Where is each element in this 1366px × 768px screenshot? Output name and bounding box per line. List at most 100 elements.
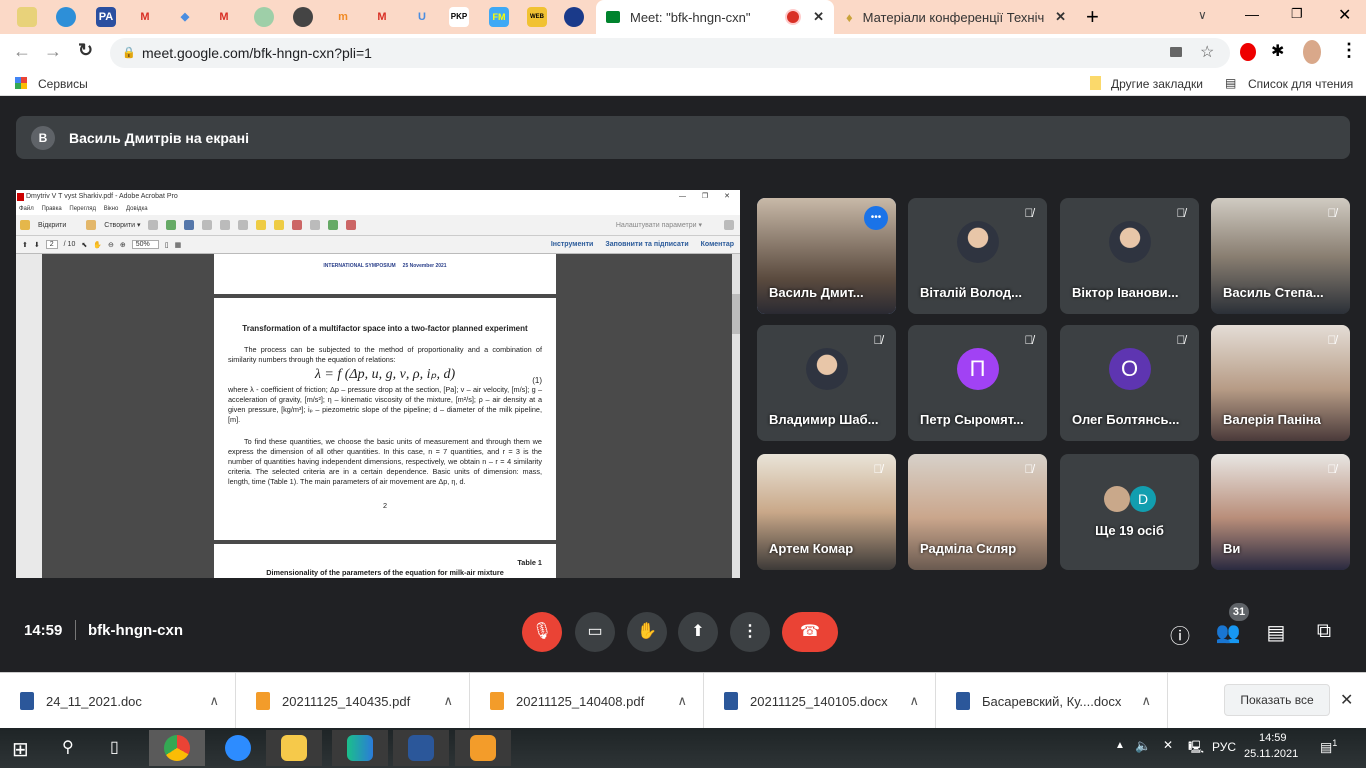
document-scrollbar[interactable] — [732, 254, 740, 578]
export-icon[interactable] — [328, 220, 339, 230]
download-item[interactable]: 20211125_140105.docx ∧ — [704, 673, 936, 729]
chat-icon[interactable]: ▤ — [1263, 620, 1289, 645]
language-indicator[interactable]: РУС — [1212, 740, 1236, 754]
download-menu-chevron-icon[interactable]: ∧ — [1141, 693, 1151, 709]
comment-icon[interactable] — [256, 220, 267, 230]
download-menu-chevron-icon[interactable]: ∧ — [209, 693, 219, 709]
back-button[interactable]: ← — [13, 41, 31, 62]
prev-page-icon[interactable]: ⬆ — [22, 241, 28, 249]
people-icon[interactable]: 👥 — [1215, 620, 1241, 645]
participant-tile[interactable]: D Ще 19 осіб — [1060, 454, 1199, 570]
expand-icon[interactable] — [724, 220, 734, 230]
task-view-icon[interactable]: ▯ — [110, 737, 119, 757]
download-item[interactable]: 24_11_2021.doc ∧ — [0, 673, 236, 729]
fill-sign-link[interactable]: Заповнити та підписати — [605, 241, 688, 248]
gear-icon[interactable] — [238, 220, 249, 230]
participant-tile[interactable]: 🎙̸ Віталій Волод... — [908, 198, 1047, 314]
clock-time[interactable]: 14:59 — [1259, 732, 1287, 744]
forward-button[interactable]: → — [44, 41, 62, 62]
participant-tile[interactable]: О 🎙̸ Олег Болтянсь... — [1060, 325, 1199, 441]
taskbar-webex[interactable] — [332, 730, 388, 766]
network-icon[interactable]: 🖳 — [1188, 738, 1204, 759]
close-window-button[interactable]: ✕ — [1338, 5, 1351, 25]
zoom-input[interactable]: 50% — [131, 240, 159, 249]
close-tab-icon[interactable]: ✕ — [813, 9, 824, 25]
activities-icon[interactable]: ⧉ — [1311, 620, 1337, 643]
volume-icon[interactable]: 🔈 — [1135, 738, 1151, 754]
fit-width-icon[interactable]: ▦ — [175, 241, 182, 249]
minimize-button[interactable]: — — [1245, 6, 1259, 22]
menu-help[interactable]: Довідка — [126, 206, 148, 212]
open-button[interactable]: Відкрити — [38, 222, 66, 229]
next-page-icon[interactable]: ⬇ — [34, 241, 40, 249]
participant-tile[interactable]: 🎙̸ Віктор Іванови... — [1060, 198, 1199, 314]
save-icon[interactable] — [148, 220, 159, 230]
mic-off-button[interactable]: 🎙 — [522, 612, 562, 652]
pinned-tab-moodle[interactable]: m — [333, 7, 353, 27]
customize-dropdown[interactable]: Налаштувати параметри ▾ — [616, 221, 702, 229]
extensions-icon[interactable]: ✱ — [1271, 41, 1284, 61]
raise-hand-button[interactable]: ✋ — [627, 612, 667, 652]
profile-avatar[interactable] — [1303, 40, 1321, 64]
comment-link[interactable]: Коментар — [701, 241, 734, 248]
taskbar-chrome[interactable] — [149, 730, 205, 766]
taskbar-explorer[interactable] — [266, 730, 322, 766]
tools-link[interactable]: Інструменти — [551, 241, 594, 248]
other-bookmarks[interactable]: Другие закладки — [1111, 77, 1203, 91]
clock-date[interactable]: 25.11.2021 — [1244, 748, 1298, 760]
participant-tile[interactable]: ••• Василь Дмит... — [757, 198, 896, 314]
pinned-tab-web[interactable]: WEB — [527, 7, 547, 27]
doc-icon[interactable] — [310, 220, 321, 230]
participant-tile[interactable]: П 🎙̸ Петр Сыромят... — [908, 325, 1047, 441]
leave-call-button[interactable]: ☎ — [782, 612, 838, 652]
pinned-tab-u[interactable]: U — [412, 7, 432, 27]
pinned-tab-gmail-3[interactable]: M — [372, 7, 392, 27]
tab-meet[interactable]: Meet: "bfk-hngn-cxn" ✕ — [596, 0, 834, 34]
print-icon[interactable] — [184, 220, 195, 230]
zoom-out-icon[interactable]: ⊖ — [108, 241, 114, 249]
close-downloads-bar-icon[interactable]: ✕ — [1340, 690, 1353, 710]
reload-button[interactable]: ↻ — [78, 40, 93, 61]
camera-button[interactable]: ▭ — [575, 612, 615, 652]
browser-menu-icon[interactable]: ⋮ — [1340, 40, 1358, 61]
participant-tile[interactable]: 🎙̸ Артем Комар — [757, 454, 896, 570]
participant-tile[interactable]: 🎙̸ Радміла Скляр — [908, 454, 1047, 570]
menu-file[interactable]: Файл — [19, 206, 34, 212]
menu-edit[interactable]: Правка — [41, 206, 61, 212]
address-bar[interactable]: 🔒 meet.google.com/bfk-hngn-cxn?pli=1 ☆ — [110, 38, 1230, 68]
pinned-tab-eu[interactable] — [564, 7, 584, 27]
info-icon[interactable]: ⓘ — [1167, 620, 1193, 649]
upload-icon[interactable] — [166, 220, 177, 230]
zoom-in-icon[interactable]: ⊕ — [120, 241, 126, 249]
input-icon[interactable]: ✕ — [1163, 738, 1173, 752]
download-item[interactable]: 20211125_140408.pdf ∧ — [470, 673, 704, 729]
create-button[interactable]: Створити ▾ — [104, 221, 140, 229]
pinned-tab-gmail[interactable]: M — [135, 7, 155, 27]
taskbar-pdf[interactable] — [455, 730, 511, 766]
close-tab-icon[interactable]: ✕ — [1055, 9, 1066, 25]
download-item[interactable]: Басаревский, Ку....docx ∧ — [936, 673, 1168, 729]
menu-window[interactable]: Вікно — [104, 206, 119, 212]
form-icon[interactable] — [346, 220, 357, 230]
fit-page-icon[interactable]: ▯ — [165, 241, 169, 249]
pinned-tab-drop[interactable] — [56, 7, 76, 27]
download-menu-chevron-icon[interactable]: ∧ — [443, 693, 453, 709]
pinned-tab-globe[interactable] — [293, 7, 313, 27]
highlight-icon[interactable] — [274, 220, 285, 230]
mail-icon[interactable] — [220, 220, 231, 230]
pinned-tab-gmail-2[interactable]: M — [214, 7, 234, 27]
download-menu-chevron-icon[interactable]: ∧ — [677, 693, 687, 709]
search-icon[interactable]: ⚲ — [62, 737, 74, 757]
hand-tool-icon[interactable]: ✋ — [93, 241, 102, 249]
camera-icon[interactable] — [1170, 47, 1182, 57]
notifications-icon[interactable]: ▤1 — [1320, 738, 1337, 755]
taskbar-word[interactable] — [393, 730, 449, 766]
apps-bookmark[interactable]: Сервисы — [38, 77, 88, 91]
page-input[interactable]: 2 — [45, 240, 58, 249]
reading-list[interactable]: Список для чтения — [1248, 77, 1353, 91]
pinned-tab-emblem[interactable] — [254, 7, 274, 27]
download-item[interactable]: 20211125_140435.pdf ∧ — [236, 673, 470, 729]
pinned-tab-pkp[interactable]: PKP — [449, 7, 469, 27]
tab-materials[interactable]: ♦ Матеріали конференції Технічн ✕ — [836, 0, 1076, 34]
pinned-tab-cap[interactable]: ◆ — [175, 7, 195, 27]
